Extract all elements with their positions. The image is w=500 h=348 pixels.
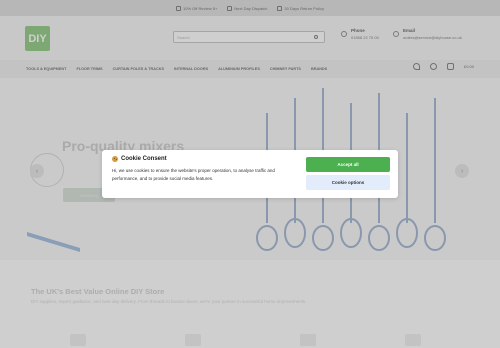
cookie-title-text: Cookie Consent — [121, 156, 167, 162]
cookie-options-button[interactable]: Cookie options — [306, 175, 390, 190]
cookie-title: Cookie Consent — [112, 156, 167, 162]
cookie-description: Hi, we use cookies to ensure the website… — [112, 168, 275, 181]
accept-all-button[interactable]: Accept all — [306, 157, 390, 172]
cookie-icon — [112, 156, 118, 162]
cookie-consent-dialog: Cookie Consent Hi, we use cookies to ens… — [102, 150, 398, 198]
